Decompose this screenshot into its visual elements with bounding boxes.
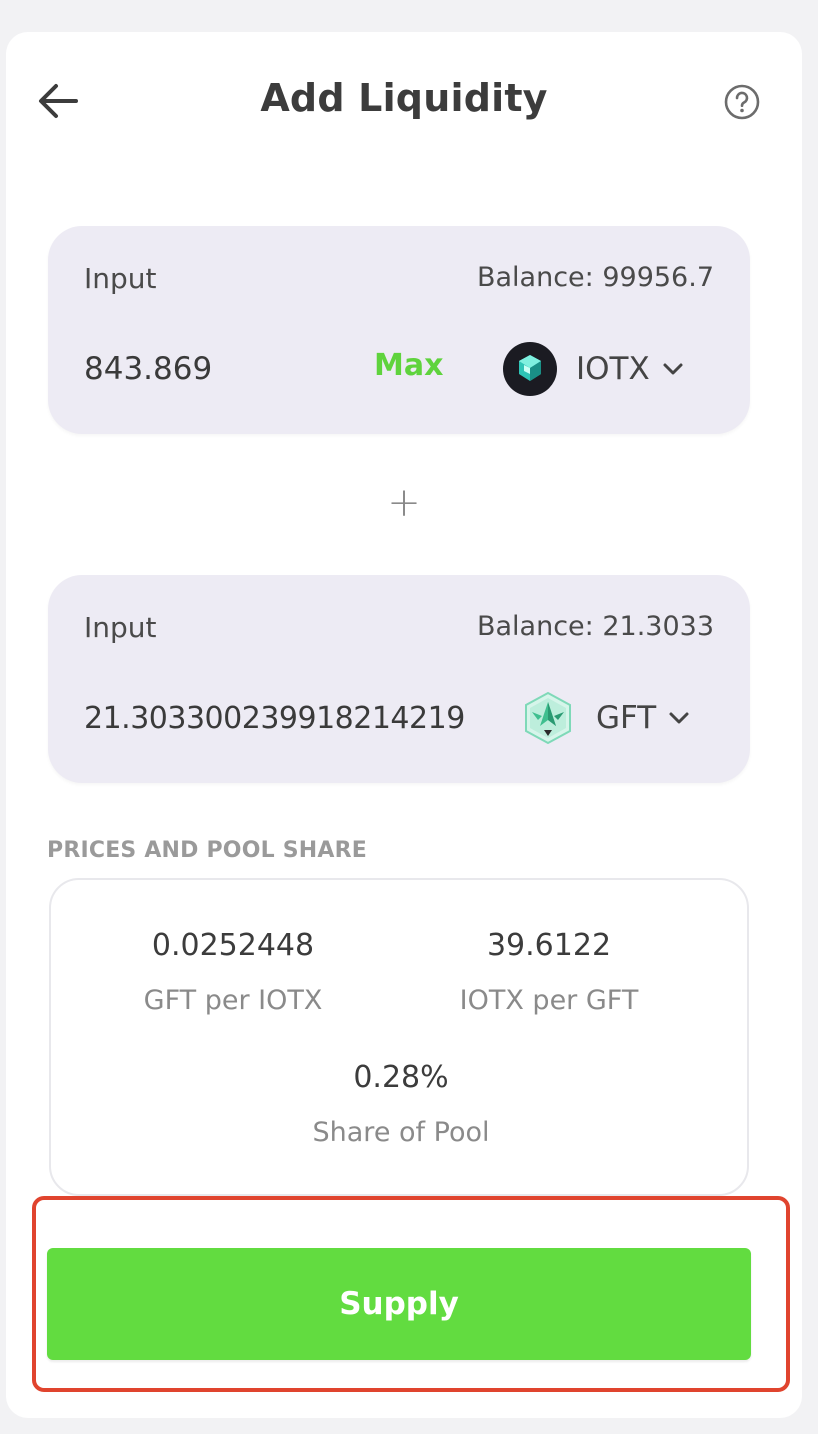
help-button[interactable] [722,82,762,122]
balance-text: Balance: 21.3033 [476,611,714,642]
max-button[interactable]: Max [374,348,443,383]
question-circle-icon [724,84,760,120]
add-liquidity-card: Add Liquidity Input Balance: 99956.7 Max [6,32,802,1418]
rate-label: IOTX per GFT [459,985,639,1016]
chevron-down-icon [662,362,684,376]
plus-icon: + [387,480,421,526]
input-label: Input [84,262,157,295]
balance-text: Balance: 99956.7 [476,262,714,293]
token-b-symbol: GFT [596,700,657,736]
token-a-symbol: IOTX [576,351,650,387]
rate-iotx-per-gft: 39.6122 IOTX per GFT [419,928,679,1016]
header: Add Liquidity [6,32,802,172]
supply-button[interactable]: Supply [47,1248,751,1360]
rate-value: 0.0252448 [151,928,315,963]
share-value: 0.28% [353,1060,449,1095]
token-b-input-panel: Input Balance: 21.3033 GFT [48,575,750,783]
rate-gft-per-iotx: 0.0252448 GFT per IOTX [103,928,363,1016]
iotx-logo-icon [502,341,558,397]
share-of-pool: 0.28% Share of Pool [251,1060,551,1148]
token-b-selector[interactable]: GFT [520,683,690,753]
share-label: Share of Pool [312,1117,490,1148]
token-a-selector[interactable]: IOTX [502,334,684,404]
input-label: Input [84,611,157,644]
page-title: Add Liquidity [260,76,548,120]
prices-section-title: PRICES AND POOL SHARE [47,838,367,863]
gft-logo-icon [520,690,576,746]
token-a-input-panel: Input Balance: 99956.7 Max IOTX [48,226,750,434]
token-a-amount-input[interactable] [84,344,354,394]
prices-pool-share-panel: 0.0252448 GFT per IOTX 39.6122 IOTX per … [49,878,749,1196]
rate-value: 39.6122 [486,928,612,963]
chevron-down-icon [668,711,690,725]
token-b-amount-input[interactable] [84,693,504,743]
rate-label: GFT per IOTX [143,985,323,1016]
